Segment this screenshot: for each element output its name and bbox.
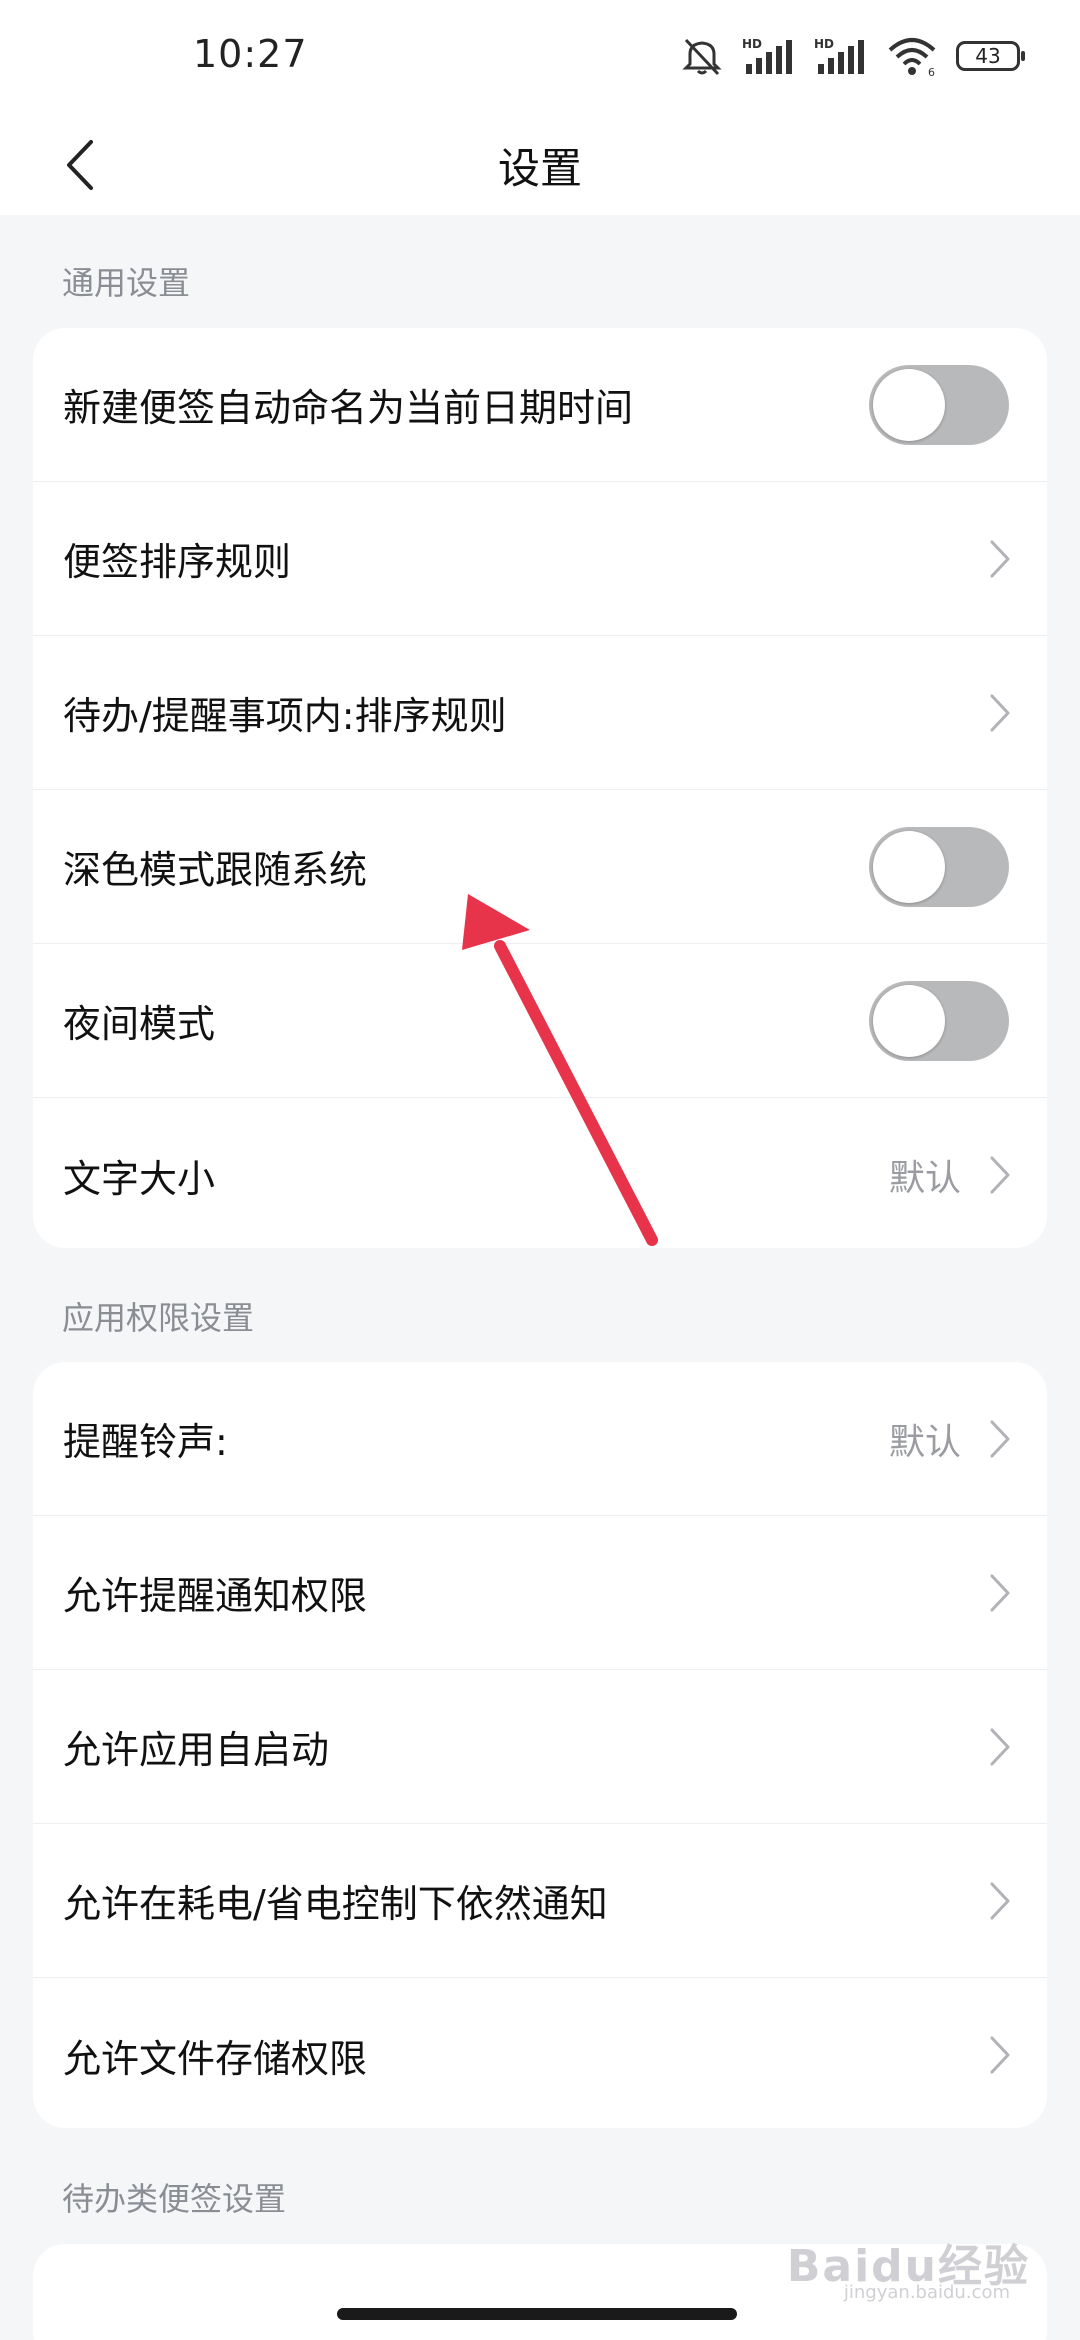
card-permission-settings: 提醒铃声: 默认 允许提醒通知权限 允许应用自启动 允许在耗电/省电控制下依然通… [33, 1362, 1047, 2128]
signal-hd-icon: HD [742, 36, 796, 76]
chevron-right-icon [990, 1728, 1010, 1765]
setting-label: 新建便签自动命名为当前日期时间 [63, 386, 634, 430]
battery-level: 43 [975, 44, 1001, 68]
mute-icon [680, 36, 724, 76]
setting-label: 夜间模式 [63, 1002, 216, 1046]
card-general-settings: 新建便签自动命名为当前日期时间 便签排序规则 待办/提醒事项内:排序规则 深色模… [33, 328, 1047, 1248]
settings-screen: 10:27 HD HD 6 43 设置 通用设置 新建便签自动命名为当前日期时间… [0, 0, 1080, 2340]
status-icons: HD HD 6 43 [680, 36, 1025, 76]
section-label-todo: 待办类便签设置 [62, 2180, 287, 2218]
toggle-knob [873, 984, 945, 1057]
setting-label: 便签排序规则 [63, 540, 292, 584]
setting-row-todo-sort-rule[interactable]: 待办/提醒事项内:排序规则 [33, 636, 1047, 790]
setting-row-notification-permission[interactable]: 允许提醒通知权限 [33, 1516, 1047, 1670]
setting-row-dark-follow-system[interactable]: 深色模式跟随系统 [33, 790, 1047, 944]
svg-text:HD: HD [814, 37, 834, 51]
setting-label: 待办/提醒事项内:排序规则 [63, 694, 507, 738]
battery-icon: 43 [956, 41, 1025, 71]
signal-hd-icon: HD [814, 36, 868, 76]
svg-text:HD: HD [742, 37, 762, 51]
chevron-right-icon [990, 2036, 1010, 2074]
app-header: 设置 [0, 115, 1080, 215]
page-title: 设置 [497, 144, 582, 193]
setting-label: 允许文件存储权限 [63, 2036, 368, 2081]
setting-label: 提醒铃声: [63, 1420, 228, 1464]
setting-row-font-size[interactable]: 文字大小 默认 [33, 1098, 1047, 1248]
section-label-general: 通用设置 [62, 264, 191, 302]
setting-label: 文字大小 [63, 1156, 216, 1201]
chevron-right-icon [990, 1420, 1010, 1457]
status-time: 10:27 [193, 32, 308, 76]
chevron-right-icon [990, 540, 1010, 577]
setting-row-reminder-ringtone[interactable]: 提醒铃声: 默认 [33, 1362, 1047, 1516]
home-indicator[interactable] [337, 2308, 737, 2320]
status-bar: 10:27 HD HD 6 43 [0, 0, 1080, 115]
watermark-url: jingyan.baidu.com [843, 2282, 1010, 2303]
section-label-permissions: 应用权限设置 [62, 1299, 255, 1337]
night-mode-toggle[interactable] [869, 980, 1009, 1061]
auto-name-toggle[interactable] [869, 364, 1009, 445]
setting-label: 允许应用自启动 [63, 1728, 330, 1772]
setting-row-autostart[interactable]: 允许应用自启动 [33, 1670, 1047, 1824]
setting-row-storage-permission[interactable]: 允许文件存储权限 [33, 1978, 1047, 2128]
setting-row-sort-rule[interactable]: 便签排序规则 [33, 482, 1047, 636]
toggle-knob [873, 368, 945, 441]
setting-row-auto-name[interactable]: 新建便签自动命名为当前日期时间 [33, 328, 1047, 482]
chevron-right-icon [990, 694, 1010, 731]
chevron-right-icon [990, 1156, 1010, 1194]
chevron-right-icon [990, 1574, 1010, 1611]
setting-value: 默认 [888, 1421, 961, 1463]
setting-label: 允许提醒通知权限 [63, 1574, 368, 1618]
setting-row-night-mode[interactable]: 夜间模式 [33, 944, 1047, 1098]
setting-row-power-saving-notify[interactable]: 允许在耗电/省电控制下依然通知 [33, 1824, 1047, 1978]
wifi-icon: 6 [886, 36, 938, 76]
setting-value: 默认 [888, 1158, 961, 1199]
svg-text:6: 6 [928, 66, 935, 76]
chevron-right-icon [990, 1882, 1010, 1919]
setting-label: 深色模式跟随系统 [63, 848, 368, 892]
dark-follow-system-toggle[interactable] [869, 826, 1009, 907]
toggle-knob [873, 830, 945, 903]
setting-label: 允许在耗电/省电控制下依然通知 [63, 1882, 608, 1926]
